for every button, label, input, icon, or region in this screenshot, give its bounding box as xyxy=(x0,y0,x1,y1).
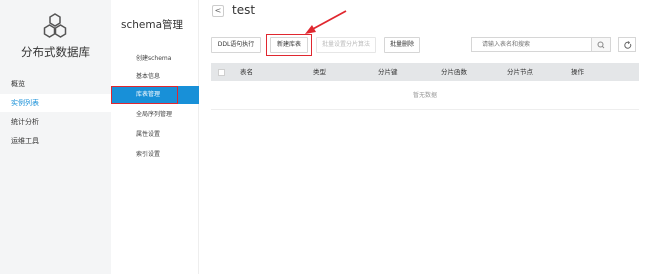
search-input[interactable] xyxy=(471,37,592,52)
annotation-box-new-table xyxy=(266,34,312,56)
sub-item-attribute-settings[interactable]: 属性设置 xyxy=(111,126,199,144)
table-header: 表名 类型 分片键 分片函数 分片节点 操作 xyxy=(211,63,639,81)
empty-state: 暂无数据 xyxy=(211,81,639,110)
column-header-shard-function[interactable]: 分片函数 xyxy=(441,63,467,81)
page-title: test xyxy=(232,3,256,17)
nav-item-statistics[interactable]: 统计分析 xyxy=(0,113,111,131)
batch-set-algorithm-button[interactable]: 批量设置分片算法 xyxy=(316,37,376,53)
search-icon xyxy=(597,41,605,49)
search-button[interactable] xyxy=(592,37,611,52)
sub-item-global-sequence[interactable]: 全局序列管理 xyxy=(111,106,199,124)
batch-delete-button[interactable]: 批量删除 xyxy=(384,37,420,53)
sub-item-basic-info[interactable]: 基本信息 xyxy=(111,68,199,86)
nav-item-instance-list[interactable]: 实例列表 xyxy=(0,94,111,112)
column-header-type[interactable]: 类型 xyxy=(313,63,326,81)
subnav-title: schema管理 xyxy=(121,19,184,31)
select-all-checkbox[interactable] xyxy=(218,69,225,76)
left-nav: 分布式数据库 概览 实例列表 统计分析 运维工具 xyxy=(0,0,111,274)
sub-item-index-settings[interactable]: 索引设置 xyxy=(111,146,199,164)
refresh-icon xyxy=(624,41,632,49)
refresh-button[interactable] xyxy=(618,37,636,52)
column-header-shard-key[interactable]: 分片键 xyxy=(378,63,398,81)
sub-item-create-schema[interactable]: 创建schema xyxy=(111,50,199,68)
app: 分布式数据库 概览 实例列表 统计分析 运维工具 schema管理 创建sche… xyxy=(0,0,651,274)
product-name: 分布式数据库 xyxy=(21,45,90,59)
nav-item-overview[interactable]: 概览 xyxy=(0,75,111,93)
hexagon-cluster-icon xyxy=(43,13,67,38)
column-header-shard-node[interactable]: 分片节点 xyxy=(507,63,533,81)
back-button[interactable]: < xyxy=(212,5,224,17)
column-header-table-name[interactable]: 表名 xyxy=(240,63,253,81)
column-header-actions[interactable]: 操作 xyxy=(571,63,584,81)
ddl-execute-button[interactable]: DDL语句执行 xyxy=(211,37,261,53)
nav-item-ops-tools[interactable]: 运维工具 xyxy=(0,132,111,150)
sub-nav: schema管理 创建schema 基本信息 库表管理 全局序列管理 属性设置 … xyxy=(111,0,199,274)
annotation-box-table-management xyxy=(111,86,178,104)
